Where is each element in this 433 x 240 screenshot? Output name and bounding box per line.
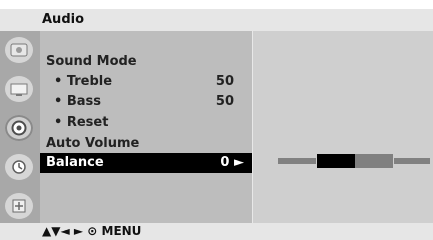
balance-tick-left (278, 158, 316, 164)
balance-fill-right (355, 154, 393, 168)
auto-volume-item[interactable]: Auto Volume (40, 134, 252, 154)
balance-tick-right (394, 158, 430, 164)
treble-item[interactable]: • Treble 50 (40, 72, 252, 92)
menu-item-label: • Bass (54, 94, 101, 109)
treble-value: 50 (215, 74, 234, 89)
title-bar: Audio (0, 9, 433, 31)
screen-icon[interactable] (5, 76, 33, 102)
audio-icon[interactable] (5, 115, 33, 141)
balance-slider[interactable] (253, 31, 433, 223)
balance-item[interactable]: Balance 0 ► (40, 153, 252, 173)
page-title: Audio (42, 12, 85, 27)
sidebar (0, 31, 40, 223)
sound-mode-item[interactable]: Sound Mode (40, 52, 252, 72)
nav-hint: ▲▼◄ ► ⊙ MENU (42, 224, 142, 238)
balance-panel (252, 31, 433, 223)
menu-item-label: • Treble (54, 74, 113, 89)
audio-menu: Sound Mode • Treble 50 • Bass 50 • Reset… (40, 31, 252, 223)
option-icon[interactable] (5, 193, 33, 219)
menu-item-label: Sound Mode (46, 54, 137, 69)
reset-item[interactable]: • Reset (40, 113, 252, 133)
balance-fill-left (317, 154, 355, 168)
time-icon[interactable] (5, 154, 33, 180)
bass-value: 50 (215, 94, 234, 109)
balance-value: 0 ► (220, 155, 244, 170)
menu-item-label: • Reset (54, 115, 109, 130)
bass-item[interactable]: • Bass 50 (40, 92, 252, 112)
footer-nav: ▲▼◄ ► ⊙ MENU (0, 223, 433, 240)
menu-item-label: Auto Volume (46, 136, 140, 151)
picture-icon[interactable] (5, 37, 33, 63)
menu-item-label: Balance (46, 155, 104, 170)
